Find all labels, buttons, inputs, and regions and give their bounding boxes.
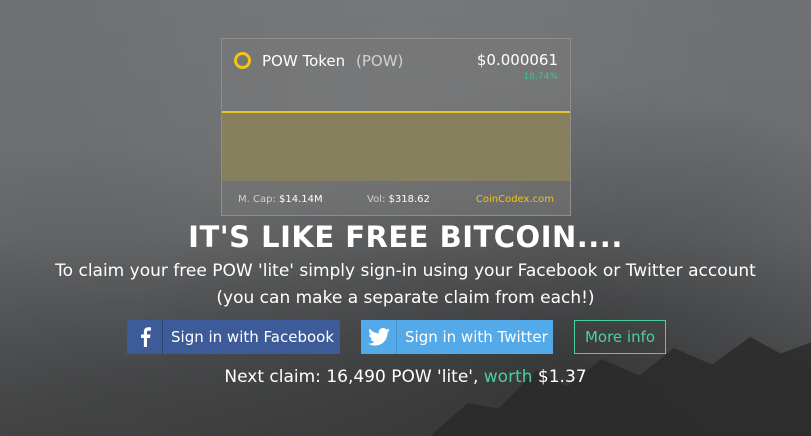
facebook-signin-button[interactable]: Sign in with Facebook [127,320,340,354]
next-claim-amount: Next claim: 16,490 POW 'lite', [224,367,479,387]
token-name: POW Token [262,52,346,70]
claim-instructions-line1: To claim your free POW 'lite' simply sig… [55,261,756,281]
claim-instructions: To claim your free POW 'lite' simply sig… [0,258,811,312]
headline: IT'S LIKE FREE BITCOIN.... [188,220,623,254]
market-cap: M. Cap: $14.14M [238,194,323,205]
next-claim: Next claim: 16,490 POW 'lite', worth $1.… [0,367,811,387]
token-symbol: (POW) [356,52,404,70]
price-change: 18.74% [523,72,558,82]
twitter-signin-label: Sign in with Twitter [405,328,548,346]
twitter-signin-button[interactable]: Sign in with Twitter [361,320,553,354]
widget-header: POW Token (POW) $0.000061 18.74% [222,39,570,111]
price-chart-area [222,111,570,181]
volume: Vol: $318.62 [367,194,430,205]
facebook-signin-label: Sign in with Facebook [171,328,335,346]
coin-icon [234,52,251,69]
facebook-icon [127,320,163,354]
coincodex-link[interactable]: CoinCodex.com [476,194,554,205]
next-claim-value: $1.37 [537,367,587,387]
token-price: $0.000061 [476,51,558,69]
widget-footer: M. Cap: $14.14M Vol: $318.62 CoinCodex.c… [222,179,570,215]
twitter-bird-icon [361,320,397,354]
claim-instructions-line2: (you can make a separate claim from each… [216,288,595,308]
price-widget[interactable]: POW Token (POW) $0.000061 18.74% M. Cap:… [221,38,571,216]
more-info-button[interactable]: More info [574,320,666,354]
next-claim-worth-label: worth [483,367,538,387]
